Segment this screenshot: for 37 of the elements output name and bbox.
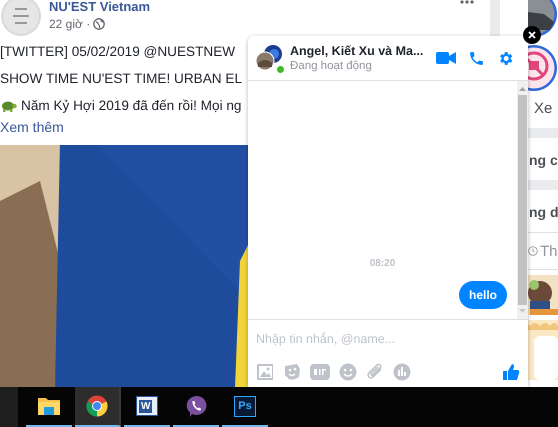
message-field[interactable]: Nhập tin nhắn, @name... xyxy=(256,332,486,346)
see-more-link[interactable]: Xem thêm xyxy=(0,119,64,135)
page-name[interactable]: NU'EST Vietnam xyxy=(49,0,150,14)
paperclip-icon[interactable] xyxy=(366,363,384,381)
scroll-down-icon[interactable] xyxy=(519,309,526,313)
scrollbar-thumb[interactable] xyxy=(518,95,527,305)
folder-icon[interactable] xyxy=(38,396,60,416)
video-call-icon[interactable] xyxy=(436,51,456,65)
globe-icon xyxy=(93,18,106,30)
more-icon[interactable] xyxy=(460,0,474,4)
post-text: Năm Kỷ Hợi 2019 đã đến rồi! Mọi ng xyxy=(21,97,242,115)
thumbs-up-icon[interactable] xyxy=(502,363,520,381)
post-time: 22 giờ · xyxy=(49,17,90,31)
word-icon[interactable]: W xyxy=(136,396,158,416)
chrome-icon[interactable] xyxy=(86,395,108,417)
emoji-icon[interactable] xyxy=(339,363,357,381)
viber-icon[interactable] xyxy=(185,395,207,417)
scroll-up-icon[interactable] xyxy=(519,87,526,91)
close-icon xyxy=(528,31,536,39)
settings-icon[interactable] xyxy=(497,50,514,66)
active-status: Đang hoạt động xyxy=(290,60,373,72)
message-time: 08:20 xyxy=(370,258,396,269)
post-text: SHOW TIME NU'EST TIME! URBAN EL xyxy=(0,70,242,88)
section-heading: ng c xyxy=(529,152,558,168)
photoshop-icon[interactable]: Ps xyxy=(234,396,256,416)
chart-icon[interactable] xyxy=(393,363,411,381)
post-text: [TWITTER] 05/02/2019 @NUESTNEW xyxy=(0,43,236,61)
chat-title[interactable]: Angel, Kiết Xu và Ma... xyxy=(290,44,428,58)
message-bubble: hello xyxy=(458,281,507,309)
sticker-icon[interactable] xyxy=(283,363,301,381)
phone-icon[interactable] xyxy=(468,50,485,66)
sidebar-item: Th xyxy=(540,242,558,260)
gif-icon[interactable] xyxy=(310,364,330,380)
image-icon[interactable] xyxy=(256,363,274,381)
section-heading: ng d xyxy=(529,204,558,220)
see-more-link[interactable]: Xe xyxy=(534,100,552,117)
clock-icon xyxy=(528,246,538,256)
